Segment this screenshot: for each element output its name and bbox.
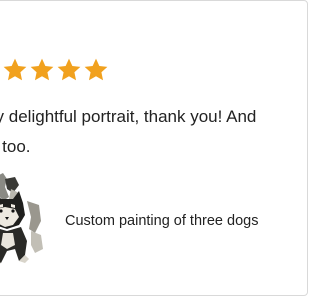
star-icon [0, 57, 1, 83]
star-rating [0, 57, 109, 83]
star-icon [3, 58, 27, 81]
star-icon [57, 58, 81, 81]
review-card: lly delightful portrait, thank you! And … [0, 0, 308, 296]
review-text-line: d too. [0, 137, 31, 156]
item-title-link[interactable]: Custom painting of three dogs [65, 213, 258, 229]
review-text-line: lly delightful portrait, thank you! And [0, 107, 257, 126]
star-icon [84, 58, 108, 81]
star-icon [30, 58, 54, 81]
dog-painting-thumbnail-icon[interactable] [0, 171, 45, 267]
review-text: lly delightful portrait, thank you! And … [0, 102, 307, 162]
